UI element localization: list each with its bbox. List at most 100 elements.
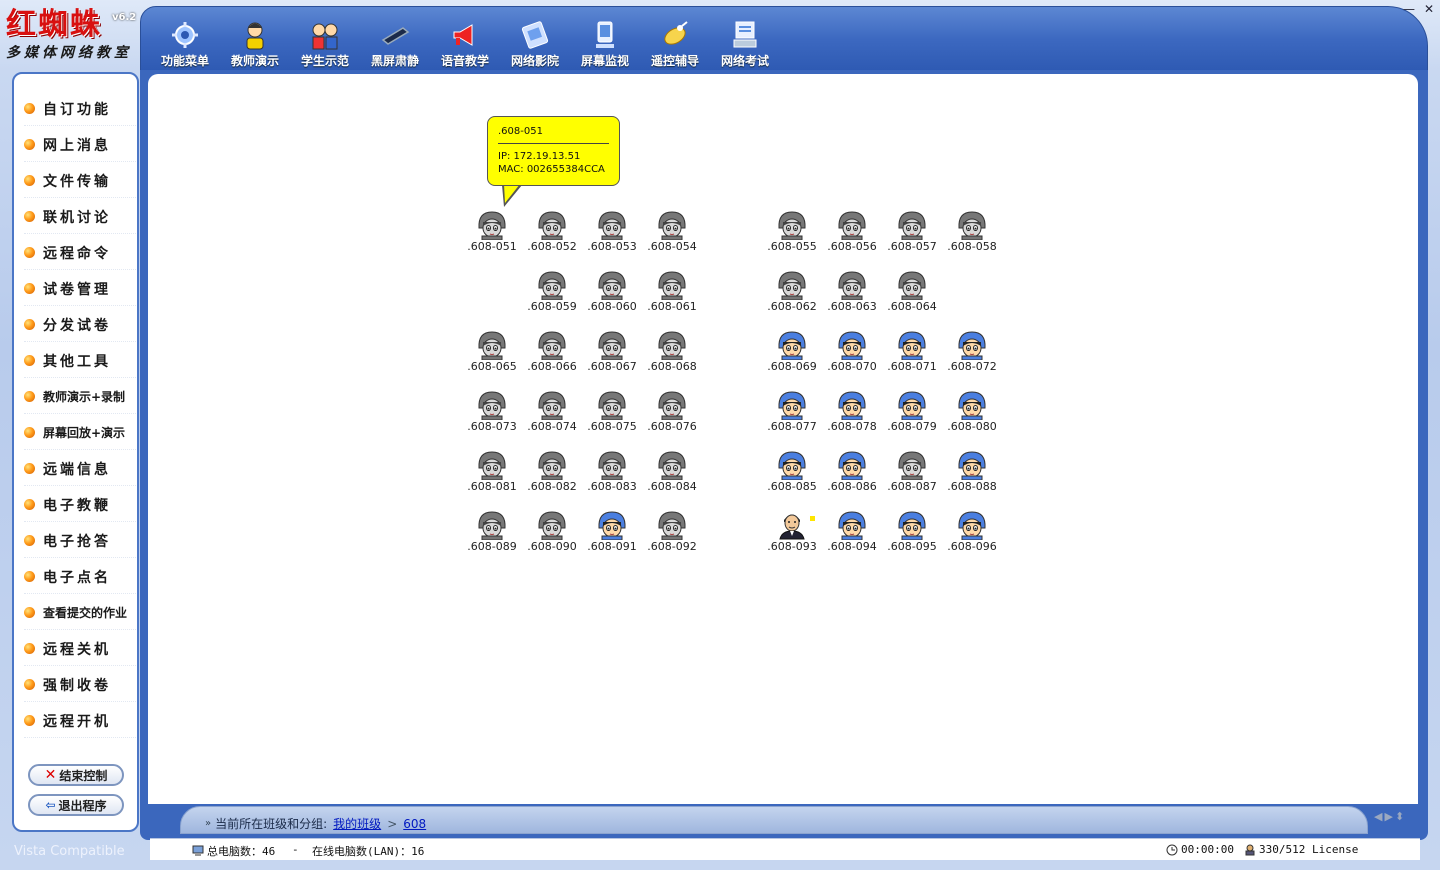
status-bar: 总电脑数：46 - 在线电脑数(LAN)：16 00:00:00 330/512… <box>150 838 1420 860</box>
student-computer[interactable]: .608-056 <box>822 208 882 264</box>
student-computer[interactable]: .608-070 <box>822 328 882 384</box>
orange-bullet-icon <box>24 499 35 510</box>
student-computer[interactable]: .608-082 <box>522 448 582 504</box>
breadcrumb-sub-link[interactable]: 608 <box>403 817 426 831</box>
student-computer[interactable]: .608-088 <box>942 448 1002 504</box>
student-computer[interactable]: .608-062 <box>762 268 822 324</box>
student-computer[interactable]: .608-063 <box>822 268 882 324</box>
student-computer[interactable]: .608-077 <box>762 388 822 444</box>
toolbar-button-monitor[interactable]: 屏幕监视 <box>570 10 640 68</box>
computer-name-label: .608-052 <box>527 240 577 253</box>
student-computer[interactable]: .608-086 <box>822 448 882 504</box>
sidebar-item[interactable]: 网上消息 <box>24 128 136 162</box>
sidebar-item[interactable]: 屏幕回放+演示 <box>24 416 136 450</box>
student-computer[interactable]: .608-096 <box>942 508 1002 564</box>
status-dot-icon <box>810 516 815 521</box>
toolbar-button-black-screen[interactable]: 黑屏肃静 <box>360 10 430 68</box>
student-online-icon <box>822 508 882 540</box>
teacher-avatar-icon <box>762 508 822 540</box>
student-computer[interactable]: .608-052 <box>522 208 582 264</box>
up-down-arrow-icon[interactable]: ⬍ <box>1395 810 1404 823</box>
breadcrumb-group-link[interactable]: 我的班级 <box>333 815 381 832</box>
student-computer[interactable]: .608-060 <box>582 268 642 324</box>
double-chevron-icon: » <box>205 818 212 829</box>
computer-name-label: .608-063 <box>827 300 877 313</box>
student-computer[interactable]: .608-094 <box>822 508 882 564</box>
student-computer[interactable]: .608-092 <box>642 508 702 564</box>
student-computer[interactable]: .608-054 <box>642 208 702 264</box>
student-computer[interactable]: .608-069 <box>762 328 822 384</box>
tooltip-name: .608-051 <box>498 126 543 137</box>
student-computer[interactable]: .608-055 <box>762 208 822 264</box>
student-computer[interactable]: .608-080 <box>942 388 1002 444</box>
student-computer[interactable]: .608-087 <box>882 448 942 504</box>
student-computer[interactable]: .608-075 <box>582 388 642 444</box>
student-computer[interactable]: .608-051 <box>462 208 522 264</box>
sidebar-item-label: 电子点名 <box>43 569 111 586</box>
sidebar-item[interactable]: 查看提交的作业 <box>24 596 136 630</box>
toolbar-button-exam[interactable]: 网络考试 <box>710 10 780 68</box>
student-computer[interactable]: .608-067 <box>582 328 642 384</box>
student-computer[interactable]: .608-081 <box>462 448 522 504</box>
student-computer[interactable]: .608-090 <box>522 508 582 564</box>
student-computer[interactable]: .608-089 <box>462 508 522 564</box>
student-computer[interactable]: .608-073 <box>462 388 522 444</box>
student-computer[interactable]: .608-059 <box>522 268 582 324</box>
student-computer[interactable]: .608-084 <box>642 448 702 504</box>
toolbar-button-students[interactable]: 学生示范 <box>290 10 360 68</box>
sidebar-item[interactable]: 试卷管理 <box>24 272 136 306</box>
computer-name-label: .608-082 <box>527 480 577 493</box>
student-computer[interactable]: .608-079 <box>882 388 942 444</box>
student-computer[interactable]: .608-076 <box>642 388 702 444</box>
student-computer[interactable]: .608-091 <box>582 508 642 564</box>
student-computer[interactable]: .608-074 <box>522 388 582 444</box>
end-control-button[interactable]: ✕ 结束控制 <box>28 764 124 786</box>
left-arrow-icon[interactable]: ◀ <box>1374 810 1382 823</box>
minimize-button[interactable]: — <box>1402 2 1416 16</box>
student-computer[interactable]: .608-066 <box>522 328 582 384</box>
student-computer[interactable]: .608-064 <box>882 268 942 324</box>
student-computer[interactable]: .608-095 <box>882 508 942 564</box>
toolbar-button-gear[interactable]: 功能菜单 <box>150 10 220 68</box>
sidebar-item[interactable]: 电子点名 <box>24 560 136 594</box>
computer-name-label: .608-066 <box>527 360 577 373</box>
student-computer[interactable]: .608-053 <box>582 208 642 264</box>
sidebar-item[interactable]: 远程关机 <box>24 632 136 666</box>
sidebar-item[interactable]: 电子教鞭 <box>24 488 136 522</box>
sidebar-item[interactable]: 远程命令 <box>24 236 136 270</box>
sidebar-item[interactable]: 自订功能 <box>24 92 136 126</box>
toolbar-button-megaphone[interactable]: 语音教学 <box>430 10 500 68</box>
toolbar-button-remote[interactable]: 遥控辅导 <box>640 10 710 68</box>
student-computer[interactable]: .608-068 <box>642 328 702 384</box>
exit-program-button[interactable]: ⇦ 退出程序 <box>28 794 124 816</box>
sidebar-item[interactable]: 联机讨论 <box>24 200 136 234</box>
toolbar-button-film[interactable]: 网络影院 <box>500 10 570 68</box>
close-button[interactable]: ✕ <box>1422 2 1436 16</box>
sidebar-item[interactable]: 分发试卷 <box>24 308 136 342</box>
sidebar-item[interactable]: 强制收卷 <box>24 668 136 702</box>
sidebar-item[interactable]: 教师演示+录制 <box>24 380 136 414</box>
teacher-icon <box>238 20 272 50</box>
student-computer[interactable]: .608-058 <box>942 208 1002 264</box>
toolbar-button-teacher[interactable]: 教师演示 <box>220 10 290 68</box>
student-computer[interactable]: .608-083 <box>582 448 642 504</box>
student-computer[interactable]: .608-093 <box>762 508 822 564</box>
sidebar-item[interactable]: 其他工具 <box>24 344 136 378</box>
student-computer[interactable]: .608-057 <box>882 208 942 264</box>
film-icon <box>518 20 552 50</box>
sidebar-item[interactable]: 远端信息 <box>24 452 136 486</box>
sidebar-item[interactable]: 电子抢答 <box>24 524 136 558</box>
student-computer[interactable]: .608-061 <box>642 268 702 324</box>
computer-name-label: .608-069 <box>767 360 817 373</box>
student-computer[interactable]: .608-085 <box>762 448 822 504</box>
sidebar-item[interactable]: 文件传输 <box>24 164 136 198</box>
timer-value: 00:00:00 <box>1181 843 1234 856</box>
student-computer[interactable]: .608-065 <box>462 328 522 384</box>
student-computer[interactable]: .608-071 <box>882 328 942 384</box>
student-computer[interactable]: .608-072 <box>942 328 1002 384</box>
student-computer[interactable]: .608-078 <box>822 388 882 444</box>
sidebar-item[interactable]: 远程开机 <box>24 704 136 738</box>
computer-name-label: .608-088 <box>947 480 997 493</box>
right-arrow-icon[interactable]: ▶ <box>1384 810 1392 823</box>
back-arrow-icon: ⇦ <box>45 798 56 812</box>
